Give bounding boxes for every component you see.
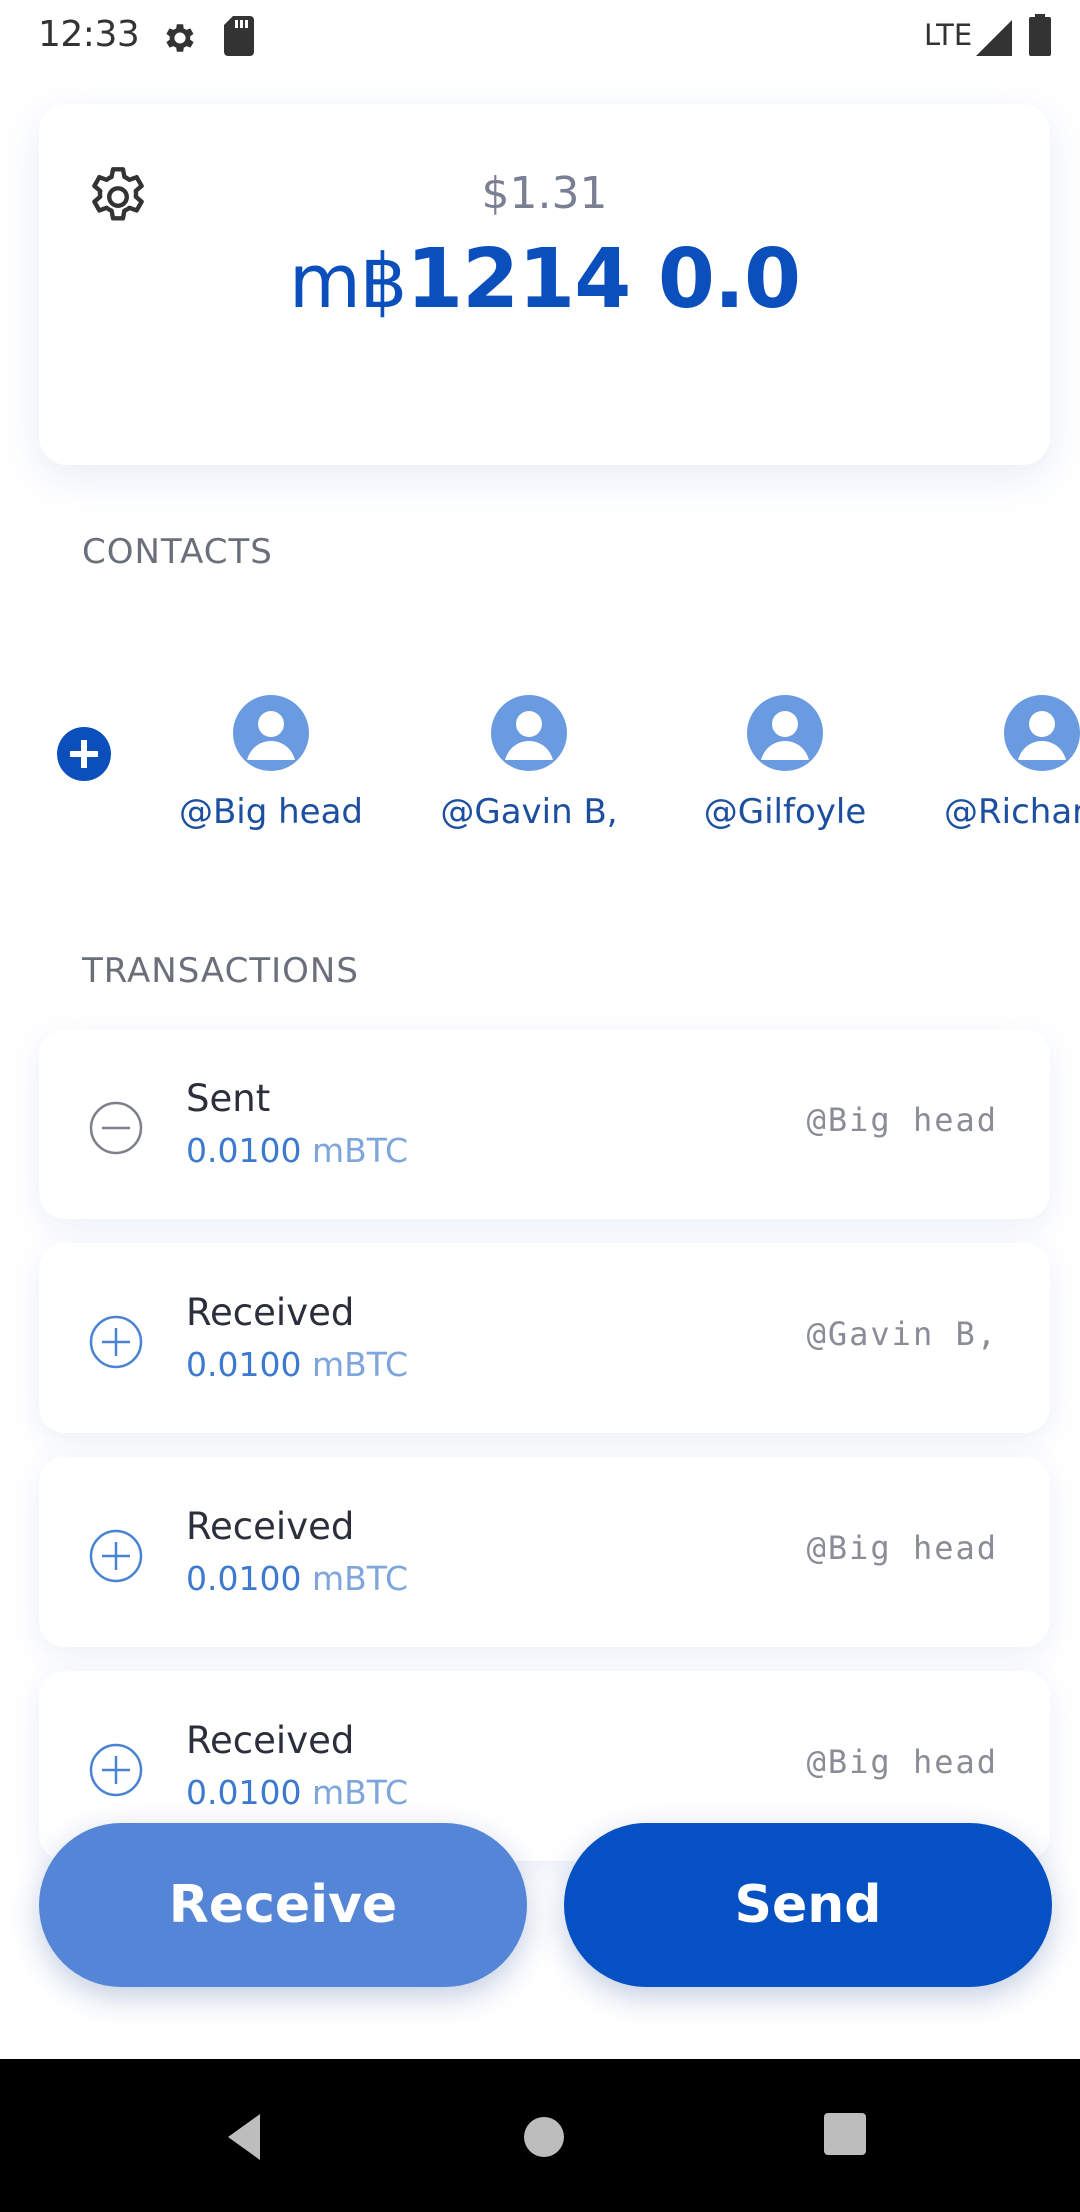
home-icon[interactable] — [524, 2117, 564, 2157]
transaction-type: Received — [186, 1719, 355, 1762]
navigation-bar — [0, 2059, 1080, 2212]
plus-circle-icon — [89, 1529, 143, 1583]
plus-icon — [70, 740, 98, 768]
transaction-row[interactable]: Received 0.0100 mBTC @Big head — [39, 1457, 1050, 1647]
avatar-icon — [747, 695, 823, 771]
add-contact-button[interactable] — [57, 727, 111, 781]
minus-circle-icon — [89, 1101, 143, 1155]
crypto-unit: m฿ — [288, 239, 407, 325]
contact-item[interactable]: @Gavin B, — [414, 690, 644, 850]
transaction-type: Received — [186, 1505, 355, 1548]
plus-circle-icon — [89, 1315, 143, 1369]
status-bar: 12:33 LTE — [0, 0, 1080, 74]
sd-card-icon — [224, 16, 254, 56]
contact-name: @Gavin B, — [440, 792, 618, 832]
avatar-icon — [1004, 695, 1080, 771]
contact-item[interactable]: @Richard — [926, 690, 1080, 850]
recents-icon[interactable] — [824, 2113, 866, 2155]
contact-item[interactable]: @Big head — [156, 690, 386, 850]
status-time: 12:33 — [38, 14, 140, 55]
contact-name: @Big head — [178, 792, 364, 832]
avatar-icon — [233, 695, 309, 771]
transaction-contact: @Gavin B, — [806, 1315, 998, 1353]
contact-name: @Gilfoyle — [703, 792, 867, 832]
contact-name: @Richard — [944, 792, 1080, 832]
transaction-contact: @Big head — [806, 1743, 998, 1781]
transaction-type: Sent — [186, 1077, 271, 1120]
crypto-balance: m฿1214 0.0 — [39, 232, 1050, 327]
settings-notification-icon — [166, 24, 194, 52]
transaction-amount: 0.0100 mBTC — [186, 1773, 409, 1812]
avatar-icon — [491, 695, 567, 771]
transaction-amount: 0.0100 mBTC — [186, 1345, 409, 1384]
transaction-row[interactable]: Received 0.0100 mBTC @Gavin B, — [39, 1243, 1050, 1433]
contacts-header: CONTACTS — [82, 532, 273, 572]
balance-card: $1.31 m฿1214 0.0 — [39, 104, 1050, 465]
transaction-amount: 0.0100 mBTC — [186, 1131, 409, 1170]
network-type-label: LTE — [924, 18, 973, 52]
transaction-contact: @Big head — [806, 1529, 998, 1567]
transaction-type: Received — [186, 1291, 355, 1334]
send-button[interactable]: Send — [564, 1823, 1052, 1987]
contact-item[interactable]: @Gilfoyle — [670, 690, 900, 850]
back-icon[interactable] — [220, 2112, 270, 2162]
plus-circle-icon — [89, 1743, 143, 1797]
signal-icon — [976, 20, 1012, 56]
transactions-header: TRANSACTIONS — [82, 951, 359, 991]
transaction-contact: @Big head — [806, 1101, 998, 1139]
transaction-amount: 0.0100 mBTC — [186, 1559, 409, 1598]
fiat-balance: $1.31 — [481, 168, 608, 219]
battery-icon — [1029, 14, 1051, 56]
receive-button[interactable]: Receive — [39, 1823, 527, 1987]
transaction-row[interactable]: Sent 0.0100 mBTC @Big head — [39, 1029, 1050, 1219]
crypto-value: 1214 0.0 — [406, 232, 801, 327]
